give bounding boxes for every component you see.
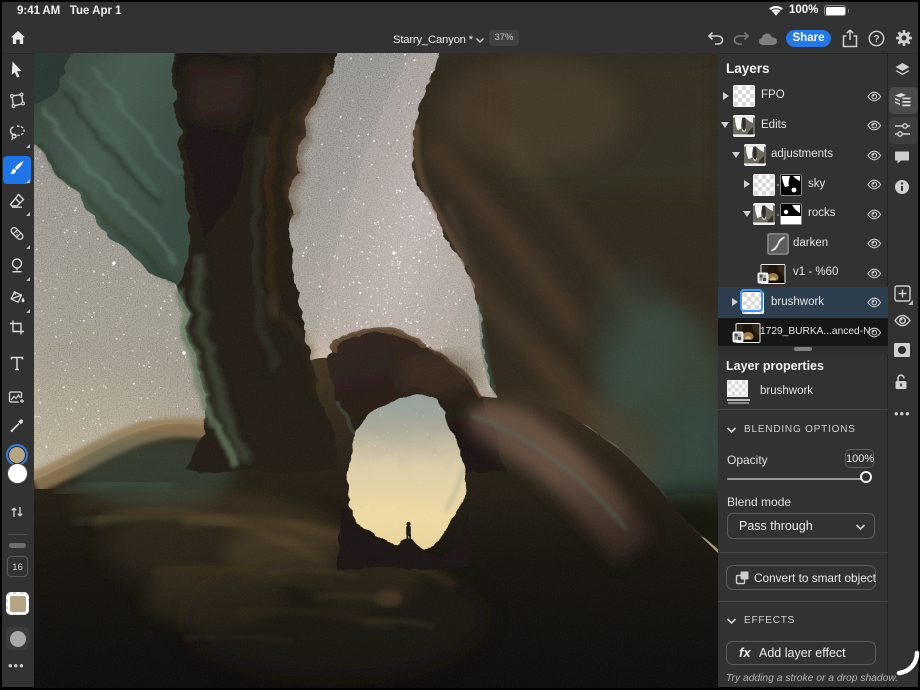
svg-text:?: ?	[873, 34, 879, 45]
